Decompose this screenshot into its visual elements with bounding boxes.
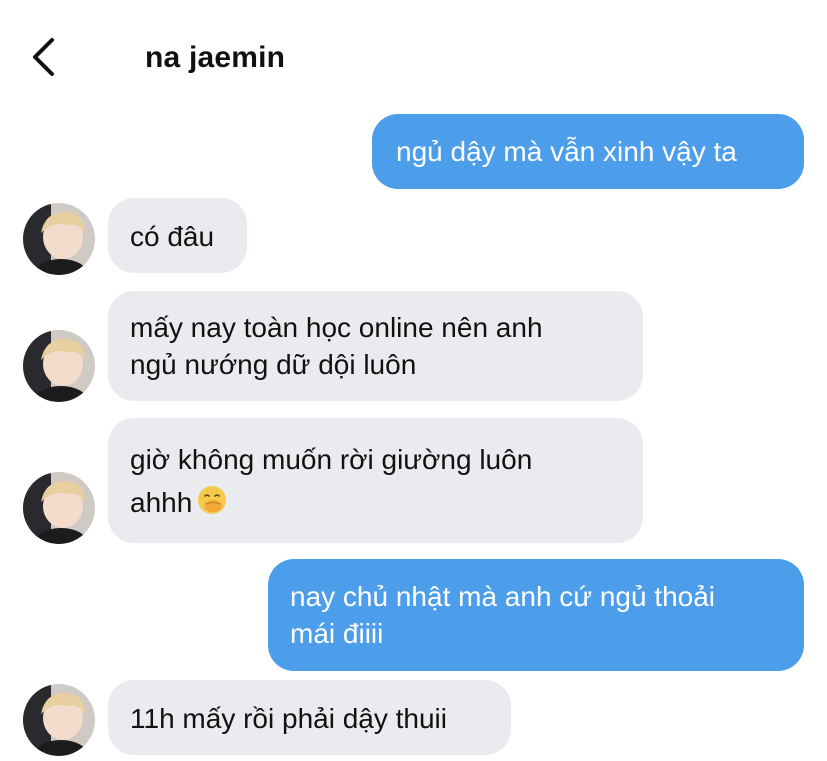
avatar-photo-icon (23, 472, 95, 544)
avatar-photo-icon (23, 684, 95, 756)
message-text-line-2: ngủ nướng dữ dội luôn (130, 349, 417, 380)
chevron-left-icon (33, 38, 54, 76)
message-bubble-incoming[interactable]: có đâu (108, 198, 247, 273)
message-text: ngủ dậy mà vẫn xinh vậy ta (396, 136, 737, 167)
chat-header: na jaemin (0, 0, 827, 110)
message-text-line-2: mái điiii (290, 618, 384, 649)
message-bubble-incoming[interactable]: mấy nay toàn học online nên anh ngủ nướn… (108, 291, 643, 401)
message-text: có đâu (130, 221, 215, 252)
contact-avatar[interactable] (23, 203, 95, 275)
message-text: ahhh (130, 487, 193, 518)
message-bubble-incoming[interactable]: giờ không muốn rời giường luôn ahhh (108, 418, 643, 543)
avatar-photo-icon (23, 203, 95, 275)
message-text-line-2: ahhh (130, 481, 621, 528)
contact-avatar[interactable] (23, 684, 95, 756)
back-button[interactable] (26, 34, 66, 80)
contact-avatar[interactable] (23, 330, 95, 402)
message-bubble-incoming[interactable]: 11h mấy rồi phải dậy thuii (108, 680, 511, 755)
contact-avatar[interactable] (23, 472, 95, 544)
message-text-line-1: giờ không muốn rời giường luôn (130, 444, 533, 475)
message-text: 11h mấy rồi phải dậy thuii (130, 703, 447, 734)
hand-over-mouth-emoji-icon (196, 484, 228, 528)
message-bubble-outgoing[interactable]: ngủ dậy mà vẫn xinh vậy ta (372, 114, 804, 189)
message-text-line-1: mấy nay toàn học online nên anh (130, 312, 543, 343)
contact-name: na jaemin (145, 41, 286, 74)
message-bubble-outgoing[interactable]: nay chủ nhật mà anh cứ ngủ thoải mái đii… (268, 559, 804, 671)
avatar-photo-icon (23, 330, 95, 402)
message-text-line-1: nay chủ nhật mà anh cứ ngủ thoải (290, 581, 716, 612)
